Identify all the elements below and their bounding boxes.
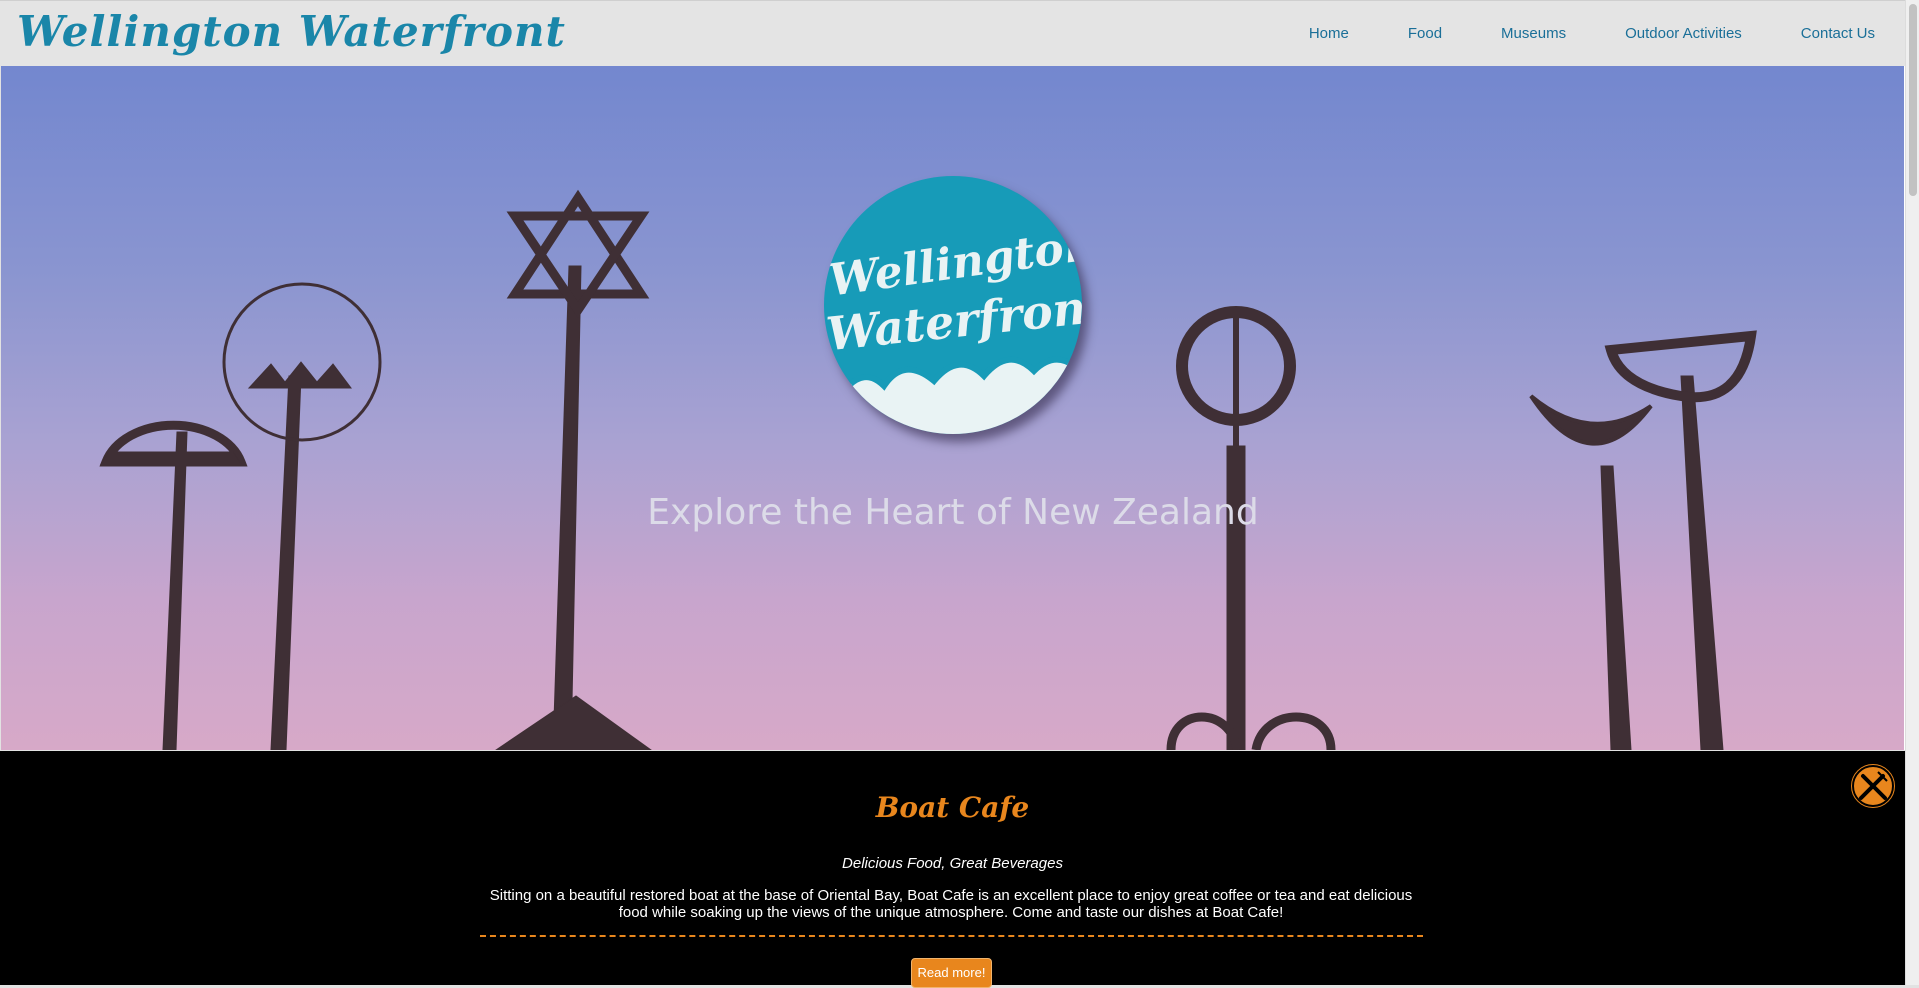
wave-icon — [841, 356, 1076, 434]
vertical-scrollbar[interactable] — [1905, 0, 1919, 985]
nav-home[interactable]: Home — [1309, 25, 1349, 42]
main-nav: Home Food Museums Outdoor Activities Con… — [1250, 25, 1875, 42]
read-more-button[interactable]: Read more! — [911, 958, 992, 988]
dashed-divider — [480, 935, 1423, 937]
section-description: Sitting on a beautiful restored boat at … — [489, 887, 1413, 921]
nav-outdoor-activities[interactable]: Outdoor Activities — [1625, 25, 1742, 42]
nav-museums[interactable]: Museums — [1501, 25, 1566, 42]
hero-tagline: Explore the Heart of New Zealand — [647, 492, 1259, 533]
wellington-waterfront-logo: Wellington Waterfront — [824, 176, 1082, 434]
section-title: Boat Cafe — [875, 791, 1030, 824]
scrollbar-thumb[interactable] — [1909, 4, 1917, 196]
section-subtitle: Delicious Food, Great Beverages — [842, 855, 1063, 872]
nav-contact-us[interactable]: Contact Us — [1801, 25, 1875, 42]
site-header: Wellington Waterfront Home Food Museums … — [0, 0, 1905, 66]
hero-banner: Wellington Waterfront Explore the Heart … — [1, 66, 1905, 750]
site-brand[interactable]: Wellington Waterfront — [17, 7, 566, 56]
boat-cafe-section: Boat Cafe Delicious Food, Great Beverage… — [0, 751, 1905, 988]
nav-food[interactable]: Food — [1408, 25, 1442, 42]
